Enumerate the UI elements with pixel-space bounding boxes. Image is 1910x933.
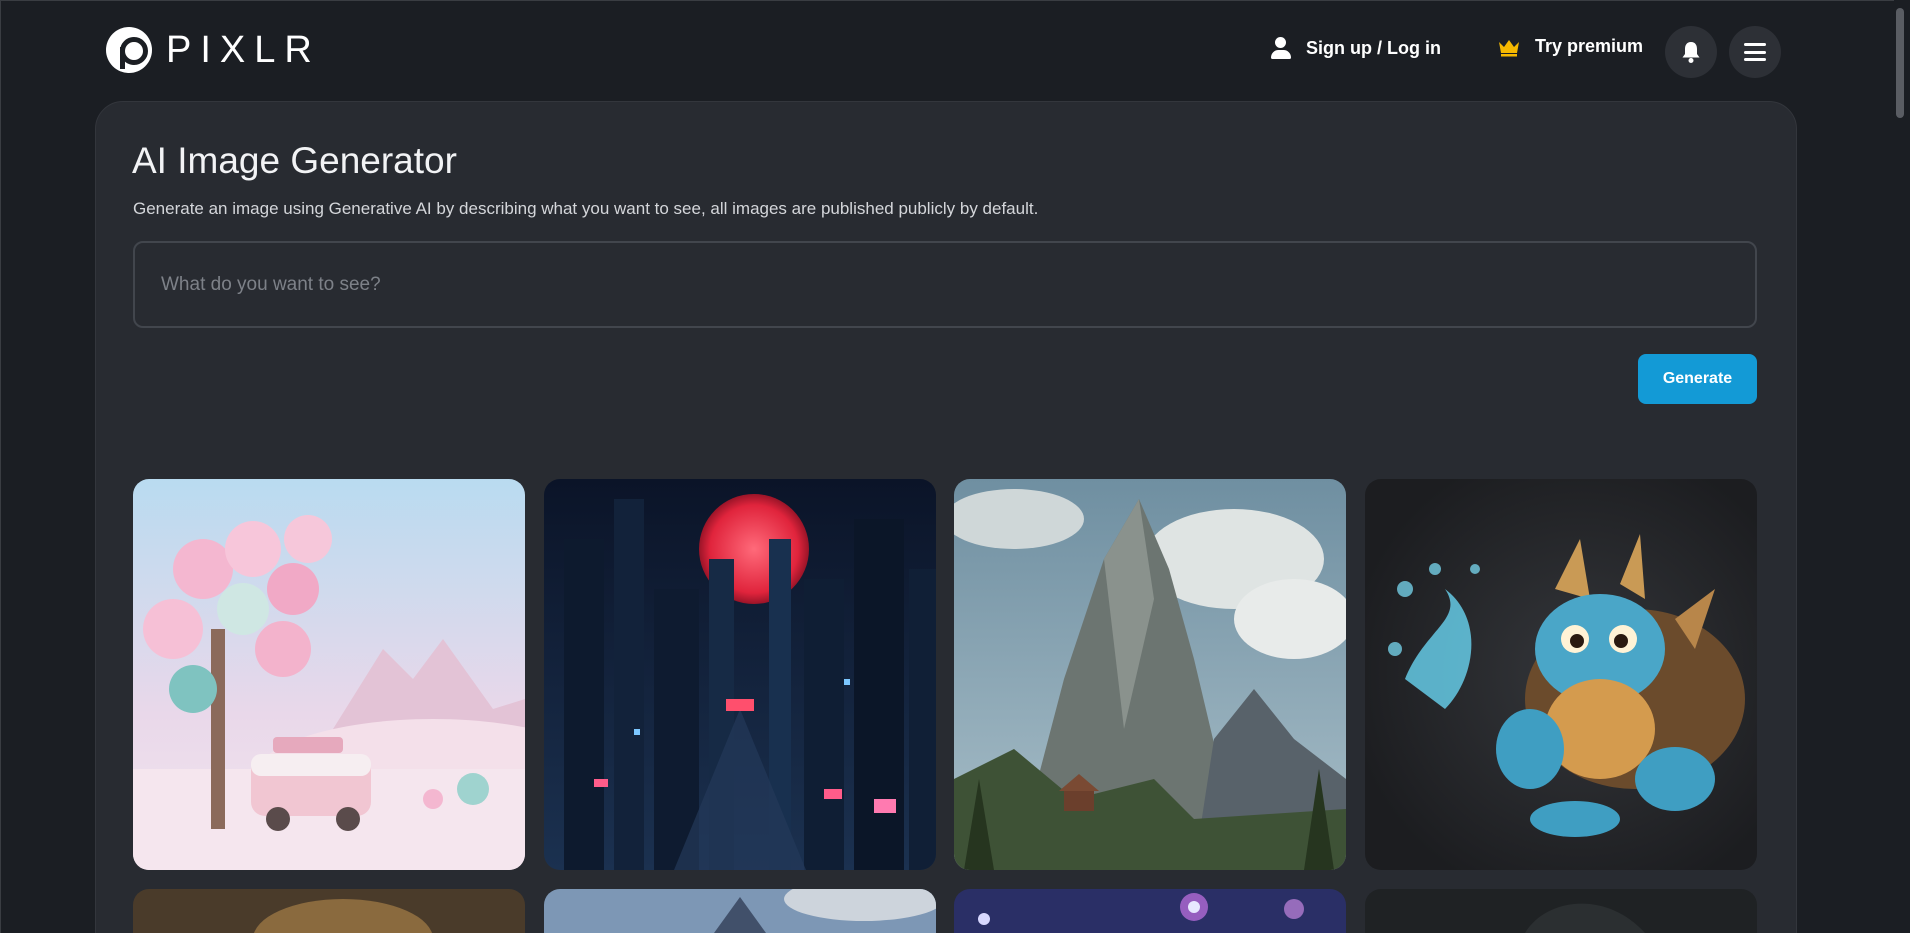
pixlr-logo[interactable]: PIXLR xyxy=(106,27,321,73)
prompt-input[interactable] xyxy=(133,241,1757,328)
pixlr-logo-icon xyxy=(106,27,152,73)
try-premium-link[interactable]: Try premium xyxy=(1497,36,1643,57)
gallery-image-cyberpunk-city[interactable] xyxy=(544,479,936,870)
sign-up-login-link[interactable]: Sign up / Log in xyxy=(1270,36,1441,60)
page-scrollbar[interactable] xyxy=(1894,0,1910,933)
logo-wordmark: PIXLR xyxy=(166,28,321,71)
gallery-image-dark-scene[interactable] xyxy=(1365,889,1757,933)
gallery-image-portrait[interactable] xyxy=(133,889,525,933)
user-icon xyxy=(1270,36,1292,60)
gallery-image-pastel-landscape[interactable] xyxy=(133,479,525,870)
gallery-image-turtle-dragon[interactable] xyxy=(1365,479,1757,870)
main-menu-button[interactable] xyxy=(1729,26,1781,78)
try-premium-label: Try premium xyxy=(1535,36,1644,56)
sign-up-login-label: Sign up / Log in xyxy=(1306,37,1441,58)
gallery-image-bokeh-lights[interactable] xyxy=(954,889,1346,933)
scrollbar-thumb[interactable] xyxy=(1896,8,1904,118)
gallery-image-mountain-cabin[interactable] xyxy=(954,479,1346,870)
hamburger-menu-icon xyxy=(1744,43,1766,61)
generate-button[interactable]: Generate xyxy=(1638,354,1757,404)
notifications-button[interactable] xyxy=(1665,26,1717,78)
top-navigation: PIXLR Sign up / Log in Try premium xyxy=(0,0,1894,100)
crown-icon xyxy=(1499,39,1519,56)
page-title: AI Image Generator xyxy=(132,140,457,181)
gallery-image-mountain-sky[interactable] xyxy=(544,889,936,933)
bell-icon xyxy=(1682,42,1700,63)
page-subtitle: Generate an image using Generative AI by… xyxy=(133,199,1039,218)
